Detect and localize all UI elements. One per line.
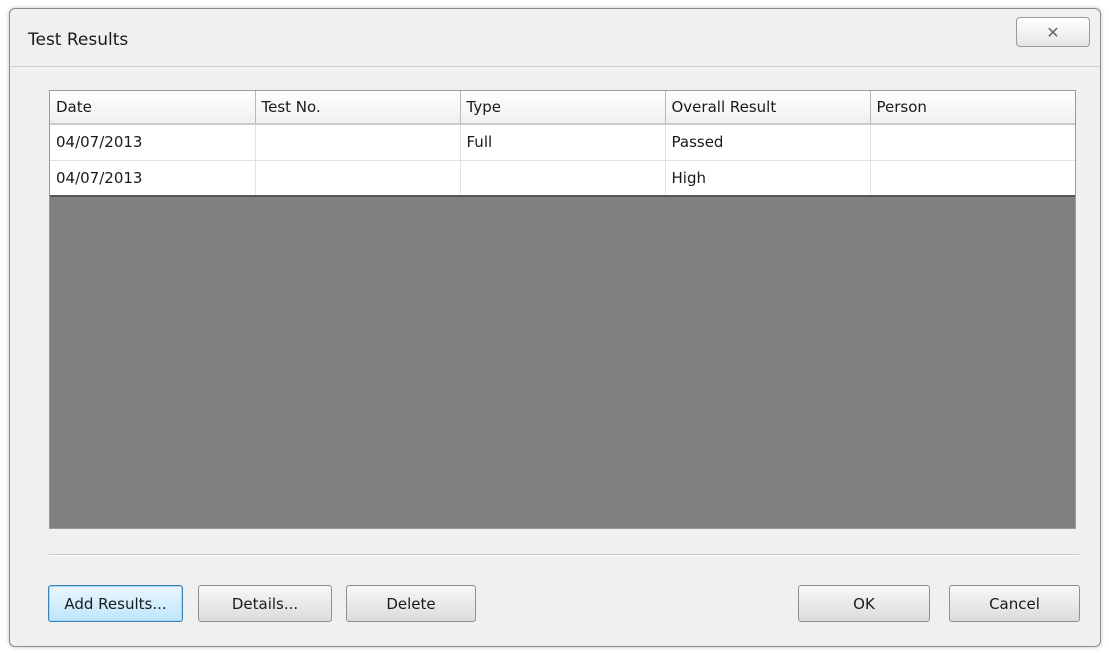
button-separator: [49, 554, 1079, 556]
add-results-button[interactable]: Add Results...: [48, 585, 183, 622]
results-grid[interactable]: Date Test No. Type Overall Result Person…: [49, 90, 1076, 529]
results-table: Date Test No. Type Overall Result Person…: [50, 91, 1075, 197]
cell-overall-result[interactable]: Passed: [665, 124, 871, 161]
details-button[interactable]: Details...: [198, 585, 332, 622]
table-row[interactable]: 04/07/2013 Full Passed: [50, 124, 1075, 161]
header-row: Date Test No. Type Overall Result Person: [50, 91, 1075, 125]
cell-test-no[interactable]: [255, 124, 461, 161]
ok-button[interactable]: OK: [798, 585, 930, 622]
cell-date[interactable]: 04/07/2013: [50, 124, 256, 161]
column-header-person[interactable]: Person: [870, 91, 1075, 125]
column-header-overall-result[interactable]: Overall Result: [665, 91, 871, 125]
test-results-dialog: Test Results ✕ Date Test No. Type Overal…: [9, 8, 1101, 647]
cell-person[interactable]: [870, 160, 1075, 197]
cell-person[interactable]: [870, 124, 1075, 161]
cancel-button[interactable]: Cancel: [949, 585, 1080, 622]
cell-overall-result[interactable]: High: [665, 160, 871, 197]
delete-button[interactable]: Delete: [346, 585, 476, 622]
column-header-type[interactable]: Type: [460, 91, 666, 125]
cell-date[interactable]: 04/07/2013: [50, 160, 256, 197]
close-button[interactable]: ✕: [1016, 17, 1090, 47]
column-header-date[interactable]: Date: [50, 91, 256, 125]
cell-test-no[interactable]: [255, 160, 461, 197]
close-icon: ✕: [1046, 22, 1060, 42]
cell-type[interactable]: Full: [460, 124, 666, 161]
column-header-test-no[interactable]: Test No.: [255, 91, 461, 125]
table-row[interactable]: 04/07/2013 High: [50, 160, 1075, 197]
dialog-title: Test Results: [28, 30, 129, 50]
cell-type[interactable]: [460, 160, 666, 197]
